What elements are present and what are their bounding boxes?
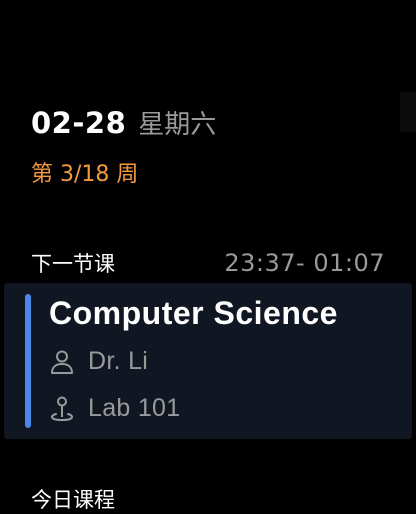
date-header: 02-28 星期六 [31,104,216,141]
room-name: Lab 101 [88,394,181,422]
corner-edge-block [400,92,416,132]
course-color-bar [25,294,31,428]
weekday-text: 星期六 [138,110,217,140]
teacher-row: Dr. Li [48,347,148,376]
date-text: 02-28 [31,106,127,140]
room-row: Lab 101 [48,394,180,423]
location-pin-icon [48,395,76,423]
course-title: Computer Science [49,295,338,331]
week-indicator: 第 3/18 周 [31,162,139,187]
teacher-name: Dr. Li [88,347,149,375]
next-class-time: 23:37- 01:07 [224,249,385,277]
today-courses-label: 今日课程 [31,488,115,512]
person-icon [48,348,76,376]
next-class-header: 下一节课 23:37- 01:07 [31,248,385,278]
next-class-card[interactable]: Computer Science Dr. Li Lab 101 [4,283,412,439]
next-class-label: 下一节课 [31,252,115,276]
